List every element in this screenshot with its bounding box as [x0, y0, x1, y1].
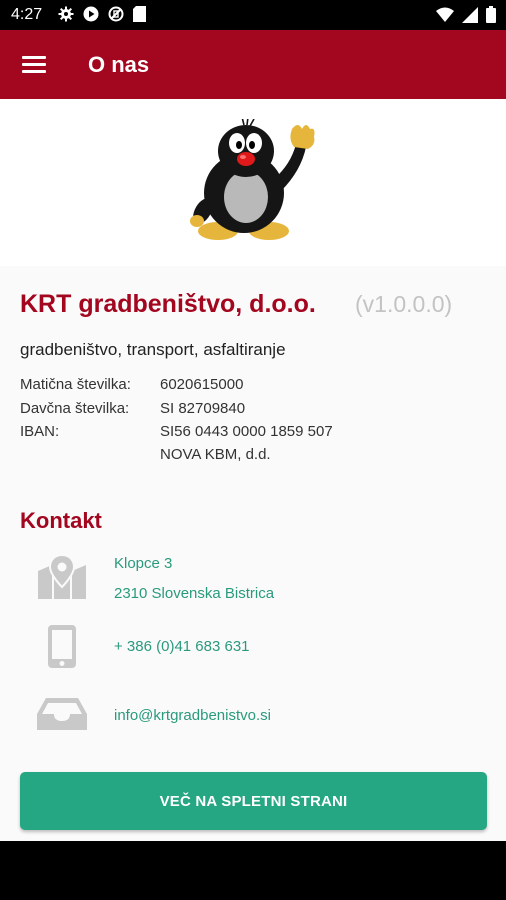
no-sim-icon	[108, 6, 124, 22]
hamburger-menu-icon[interactable]	[18, 50, 52, 80]
content-area: KRT gradbeništvo, d.o.o. (v1.0.0.0) grad…	[0, 266, 506, 841]
visit-website-button[interactable]: VEČ NA SPLETNI STRANI	[20, 772, 487, 830]
tax-number-label: Davčna številka:	[20, 400, 130, 417]
company-tagline: gradbeništvo, transport, asfaltiranje	[20, 340, 286, 359]
company-name: KRT gradbeništvo, d.o.o.	[20, 290, 316, 318]
mole-mascot-logo	[190, 119, 315, 240]
status-time: 4:27	[11, 6, 43, 23]
address-line1-link[interactable]: Klopce 3	[114, 555, 172, 572]
status-icons-left	[58, 6, 146, 22]
gear-icon	[58, 6, 74, 22]
tax-number-value: SI 82709840	[160, 400, 246, 417]
battery-icon	[486, 6, 496, 23]
page-title: O nas	[88, 52, 150, 77]
sd-card-icon	[133, 6, 146, 22]
registration-number-value: 6020615000	[160, 376, 244, 393]
iban-value: SI56 0443 0000 1859 507	[160, 423, 333, 440]
phone-icon	[48, 625, 76, 668]
app-version: (v1.0.0.0)	[355, 291, 453, 317]
address-line2-link[interactable]: 2310 Slovenska Bistrica	[114, 585, 274, 602]
map-location-icon	[38, 555, 86, 599]
registration-number-label: Matična številka:	[20, 376, 131, 393]
status-bar: 4:27	[0, 0, 506, 30]
contact-section-title: Kontakt	[20, 508, 102, 533]
app-bar: O nas	[0, 30, 506, 99]
email-link[interactable]: info@krtgradbenistvo.si	[114, 707, 271, 724]
iban-label: IBAN:	[20, 423, 60, 440]
signal-icon	[462, 6, 478, 23]
header-image-area	[0, 99, 506, 266]
play-icon	[83, 6, 99, 22]
wifi-icon	[436, 7, 454, 22]
phone-link[interactable]: + 386 (0)41 683 631	[114, 638, 250, 655]
bank-name-value: NOVA KBM, d.d.	[160, 446, 271, 463]
status-icons-right	[436, 6, 496, 23]
inbox-tray-icon	[37, 698, 87, 730]
system-navigation-bar	[0, 841, 506, 900]
